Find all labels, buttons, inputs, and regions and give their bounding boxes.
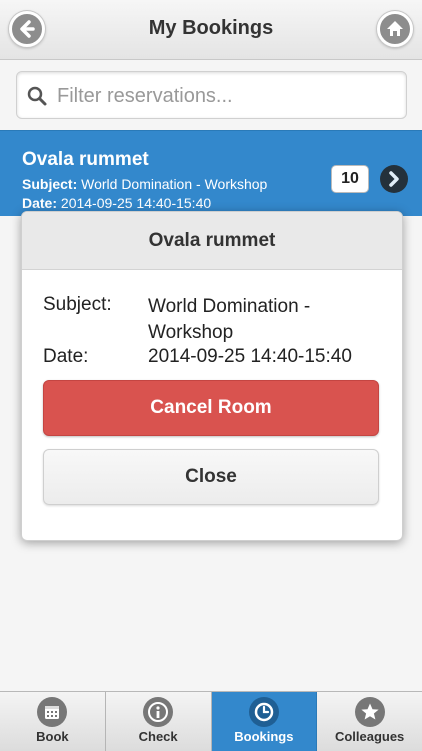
popup-date-value: 2014-09-25 14:40-15:40 bbox=[148, 346, 352, 367]
popup-subject-label: Subject: bbox=[43, 294, 112, 315]
count-badge: 10 bbox=[331, 165, 369, 193]
home-button[interactable] bbox=[377, 11, 413, 47]
popup-subject-value: World Domination - Workshop bbox=[148, 296, 311, 343]
booking-date-value: 2014-09-25 14:40-15:40 bbox=[60, 195, 212, 211]
home-icon bbox=[387, 21, 403, 36]
booking-date-line: Date: 2014-09-25 14:40-15:40 bbox=[22, 195, 211, 211]
tab-book[interactable]: Book bbox=[0, 692, 106, 751]
info-icon bbox=[143, 697, 174, 727]
booking-date-label: Date: bbox=[22, 195, 58, 211]
popup-title: Ovala rummet bbox=[148, 230, 276, 251]
close-button[interactable]: Close bbox=[43, 449, 379, 505]
tab-check[interactable]: Check bbox=[105, 692, 212, 751]
tab-colleagues-label: Colleagues bbox=[334, 729, 405, 744]
list-item-arrow[interactable] bbox=[380, 165, 408, 193]
tab-bookings[interactable]: Bookings bbox=[211, 692, 318, 751]
search-icon bbox=[27, 86, 47, 106]
tab-book-label: Book bbox=[36, 729, 69, 744]
star-icon bbox=[354, 697, 385, 727]
tab-colleagues[interactable]: Colleagues bbox=[317, 692, 422, 751]
booking-room-name: Ovala rummet bbox=[22, 149, 149, 170]
page-title: My Bookings bbox=[148, 17, 274, 39]
booking-popup: Ovala rummet Subject: World Domination -… bbox=[21, 211, 403, 541]
tab-check-label: Check bbox=[138, 729, 178, 744]
header-bar: My Bookings bbox=[0, 0, 422, 60]
cancel-room-button[interactable]: Cancel Room bbox=[43, 380, 379, 436]
tab-bookings-label: Bookings bbox=[234, 729, 294, 744]
search-field[interactable] bbox=[16, 71, 407, 119]
chevron-right-icon bbox=[389, 171, 399, 187]
calendar-icon bbox=[37, 697, 68, 727]
booking-subject-line: Subject: World Domination - Workshop bbox=[22, 176, 267, 192]
booking-subject-value: World Domination - Workshop bbox=[81, 176, 268, 192]
search-input[interactable] bbox=[55, 82, 399, 110]
popup-header: Ovala rummet bbox=[22, 212, 402, 270]
booking-subject-label: Subject: bbox=[22, 176, 78, 192]
popup-date-label: Date: bbox=[43, 346, 89, 367]
clock-icon bbox=[248, 697, 279, 727]
tab-bar: Book Check Bookings Colleagues bbox=[0, 691, 422, 751]
